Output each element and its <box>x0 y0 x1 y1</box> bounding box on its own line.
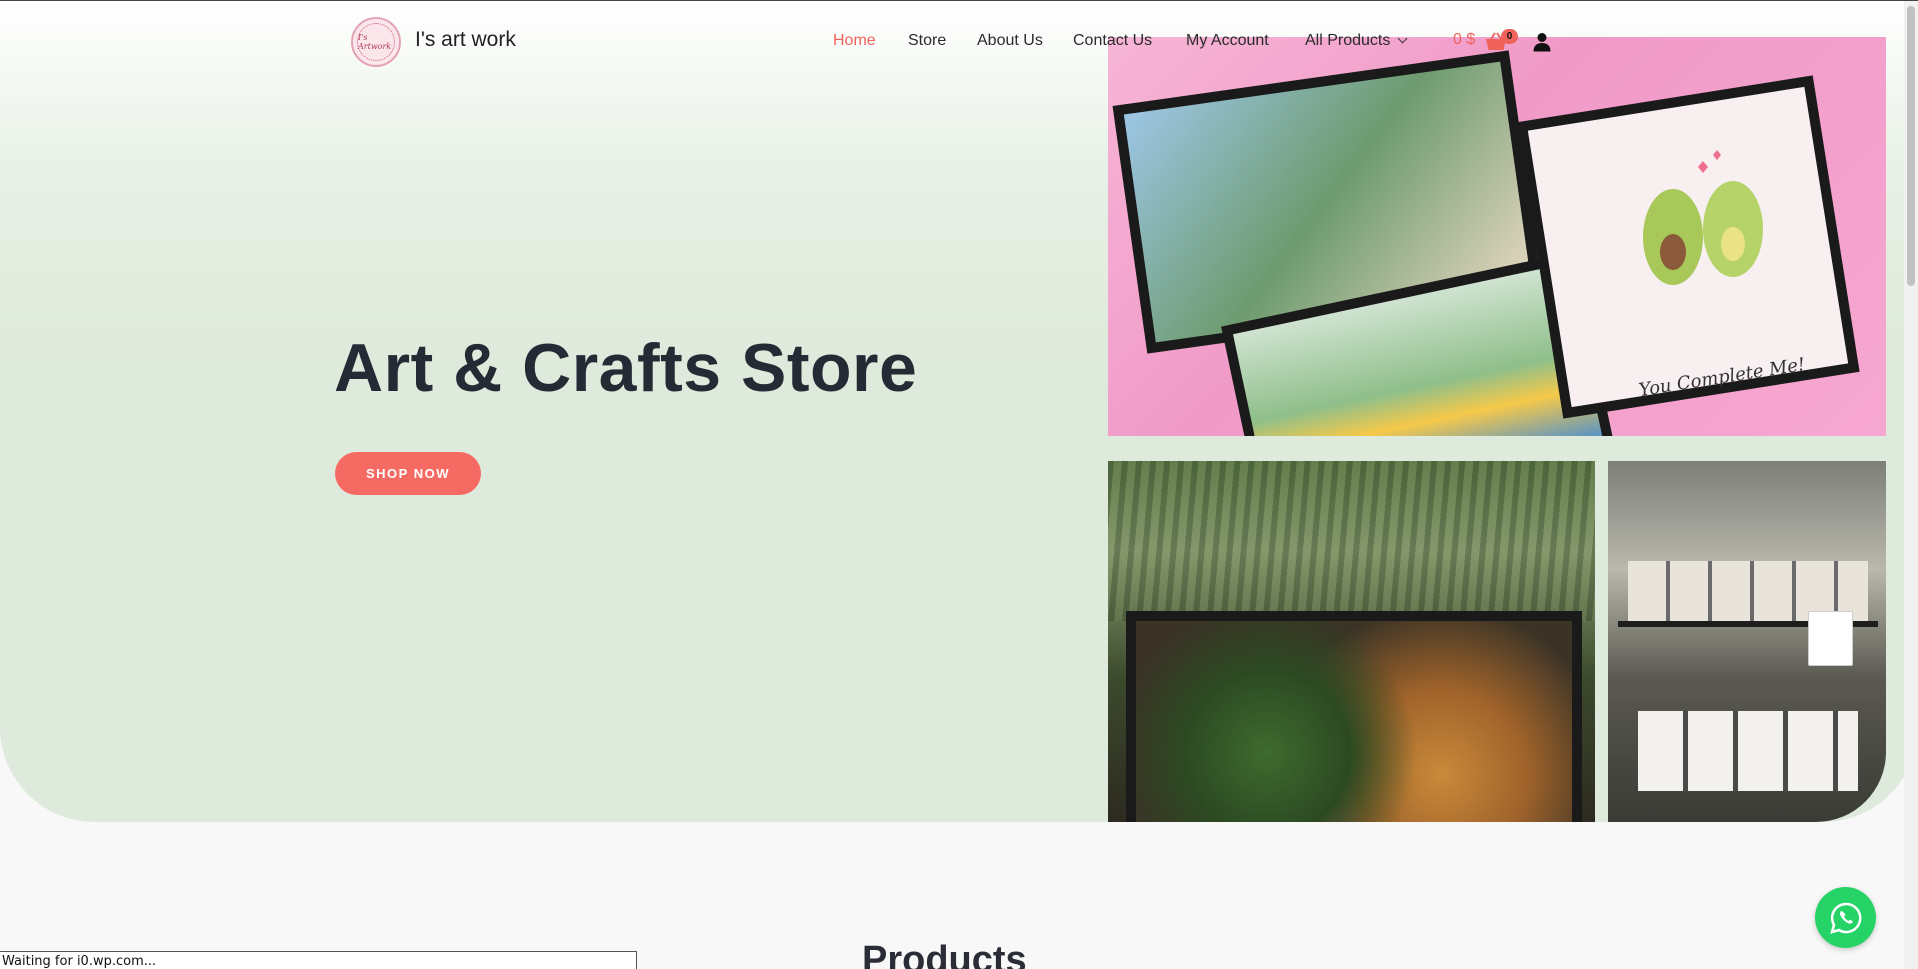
page-scrollbar[interactable] <box>1904 1 1918 969</box>
avocado-illustration-icon <box>1643 150 1763 285</box>
hero-photo-pressed-flowers <box>1108 461 1595 822</box>
cart-total[interactable]: 0 $ <box>1453 31 1475 49</box>
products-heading: Products <box>862 939 1027 969</box>
chevron-down-icon <box>1397 33 1408 44</box>
cart-count-badge: 0 <box>1501 29 1518 44</box>
whatsapp-icon <box>1829 902 1861 934</box>
nav-item-all-products-label: All Products <box>1305 32 1391 49</box>
browser-status-bar: Waiting for i0.wp.com... <box>0 951 637 969</box>
nav-item-my-account[interactable]: My Account <box>1186 32 1269 50</box>
hero-photo-exhibition-stand <box>1608 461 1886 822</box>
nav-item-home[interactable]: Home <box>833 32 876 50</box>
nav-item-contact-us[interactable]: Contact Us <box>1073 32 1152 50</box>
user-icon[interactable] <box>1533 32 1551 52</box>
shop-now-button[interactable]: SHOP NOW <box>335 452 481 495</box>
main-nav: Home Store About Us Contact Us My Accoun… <box>0 32 1918 56</box>
nav-item-all-products[interactable]: All Products <box>1305 32 1408 50</box>
page: You Complete Me! I's Artwork I's art wor… <box>0 0 1918 969</box>
photo-frame <box>1126 611 1582 822</box>
hero-title: Art & Crafts Store <box>334 330 918 406</box>
scrollbar-thumb[interactable] <box>1907 6 1915 286</box>
nav-item-about-us[interactable]: About Us <box>977 32 1043 50</box>
site-header: I's Artwork I's art work Home Store Abou… <box>0 1 1918 81</box>
whatsapp-chat-button[interactable] <box>1815 887 1876 948</box>
hero-photo-frames: You Complete Me! <box>1108 37 1886 436</box>
nav-item-store[interactable]: Store <box>908 32 946 50</box>
